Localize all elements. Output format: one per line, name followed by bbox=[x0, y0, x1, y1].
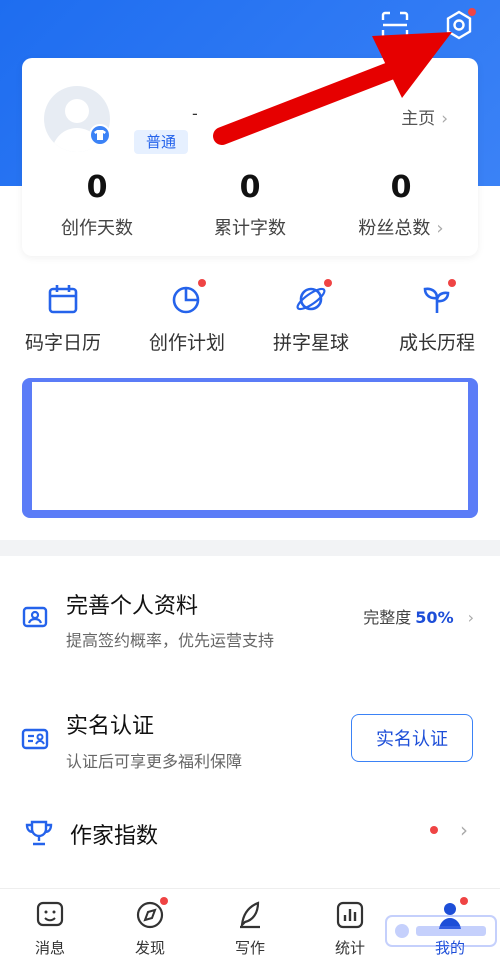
quick-action-label: 成长历程 bbox=[398, 332, 475, 354]
stat-total-words: 0 累计字数 bbox=[175, 170, 325, 240]
stat-value: 0 bbox=[86, 170, 108, 205]
tab-label: 统计 bbox=[334, 939, 365, 957]
quick-action-label: 创作计划 bbox=[148, 332, 225, 354]
gear-icon[interactable] bbox=[442, 8, 476, 42]
pen-icon bbox=[234, 899, 266, 931]
complete-profile-subtitle: 提高签约概率，优先运营支持 bbox=[66, 631, 275, 650]
stat-label: 累计字数 bbox=[214, 218, 286, 239]
profile-card-icon bbox=[20, 602, 50, 632]
notification-dot bbox=[198, 279, 206, 287]
tab-messages[interactable]: 消息 bbox=[15, 899, 85, 958]
profile-card: 普通 - 主页 › 0 创作天数 0 累计字数 0 粉丝总数 › bbox=[22, 58, 478, 256]
shirt-icon bbox=[89, 124, 111, 146]
section-divider bbox=[0, 540, 500, 556]
chevron-right-icon[interactable]: › bbox=[460, 818, 468, 842]
quick-action-plan[interactable]: 创作计划 bbox=[132, 279, 242, 355]
author-index-title[interactable]: 作家指数 bbox=[70, 818, 158, 850]
scan-icon[interactable] bbox=[378, 8, 412, 42]
completion-value: 50% bbox=[415, 608, 454, 627]
notification-dot bbox=[160, 897, 168, 905]
trophy-icon bbox=[24, 818, 54, 848]
stat-followers[interactable]: 0 粉丝总数 › bbox=[326, 170, 476, 240]
watermark-logo bbox=[385, 915, 497, 947]
pie-chart-icon bbox=[170, 279, 206, 316]
chevron-right-icon: › bbox=[441, 109, 448, 129]
quick-action-label: 拼字星球 bbox=[272, 332, 349, 354]
stat-value: 0 bbox=[239, 170, 261, 205]
tab-label: 消息 bbox=[34, 939, 65, 957]
promo-banner[interactable] bbox=[22, 378, 478, 518]
completion-label: 完整度 bbox=[363, 608, 412, 627]
sprout-icon bbox=[420, 279, 456, 316]
stat-label: 粉丝总数 bbox=[358, 218, 431, 239]
notification-dot bbox=[324, 279, 332, 287]
banner-redacted-area bbox=[32, 382, 468, 510]
tab-label: 写作 bbox=[234, 939, 265, 957]
tab-label: 发现 bbox=[134, 939, 165, 957]
real-name-verify-button[interactable]: 实名认证 bbox=[351, 714, 473, 762]
compass-icon bbox=[134, 897, 168, 931]
quick-action-planet[interactable]: 拼字星球 bbox=[256, 279, 366, 355]
homepage-label: 主页 bbox=[401, 109, 436, 129]
notification-dot bbox=[448, 279, 456, 287]
quick-action-growth[interactable]: 成长历程 bbox=[382, 279, 492, 355]
real-name-subtitle: 认证后可享更多福利保障 bbox=[66, 752, 243, 771]
settings-notification-dot bbox=[468, 8, 476, 16]
calendar-icon bbox=[46, 282, 80, 316]
completion-indicator: 完整度 50% › bbox=[363, 604, 474, 628]
chevron-right-icon: › bbox=[467, 608, 474, 627]
complete-profile-title: 完善个人资料 bbox=[66, 594, 199, 619]
planet-icon bbox=[294, 279, 332, 316]
tab-stats[interactable]: 统计 bbox=[315, 899, 385, 958]
stat-value: 0 bbox=[390, 170, 412, 205]
homepage-link[interactable]: 主页 › bbox=[401, 104, 448, 129]
tab-write[interactable]: 写作 bbox=[215, 899, 285, 958]
real-name-title: 实名认证 bbox=[66, 714, 155, 739]
username: - bbox=[192, 104, 198, 123]
notification-dot bbox=[460, 897, 468, 905]
stats-icon bbox=[334, 899, 366, 931]
message-icon bbox=[34, 899, 66, 931]
stat-creation-days: 0 创作天数 bbox=[22, 170, 172, 240]
stat-label: 创作天数 bbox=[61, 218, 133, 239]
id-card-icon bbox=[20, 724, 50, 754]
tier-badge: 普通 bbox=[134, 130, 189, 154]
quick-action-calendar[interactable]: 码字日历 bbox=[8, 282, 118, 355]
quick-action-label: 码字日历 bbox=[24, 332, 101, 354]
notification-dot bbox=[430, 826, 438, 834]
tab-discover[interactable]: 发现 bbox=[115, 897, 185, 958]
chevron-right-icon: › bbox=[436, 218, 444, 239]
